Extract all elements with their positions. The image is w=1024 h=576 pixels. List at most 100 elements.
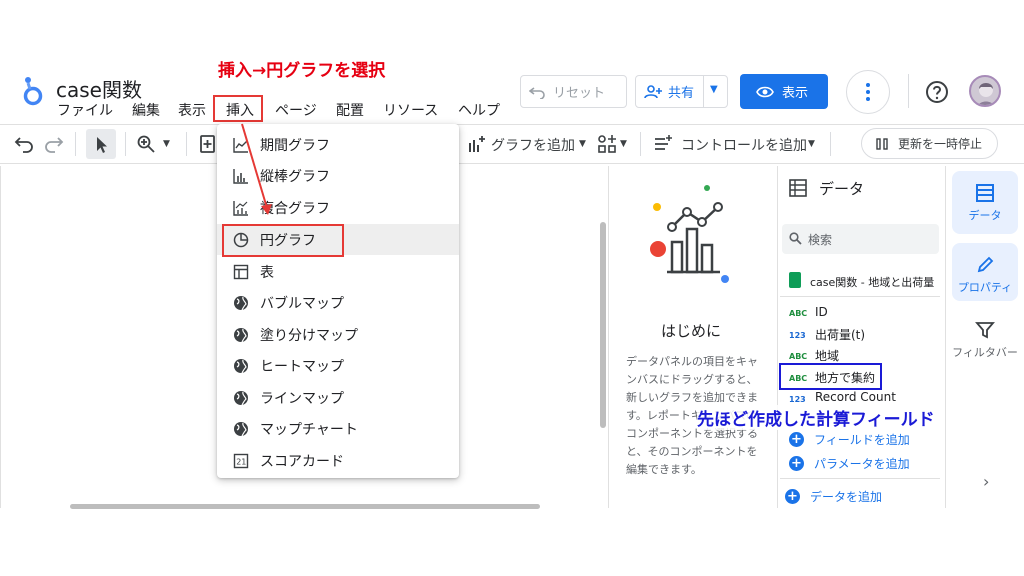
toolbar-separator	[640, 132, 641, 156]
globe-icon	[234, 295, 248, 310]
canvas-edge	[0, 166, 1, 508]
view-button[interactable]: 表示	[740, 74, 828, 109]
menu-help[interactable]: ヘルプ	[458, 100, 500, 120]
field-item[interactable]: 出荷量(t)	[815, 326, 865, 343]
insert-item-map-chart[interactable]: マップチャート	[217, 413, 459, 444]
share-divider	[703, 76, 704, 107]
add-component-dropdown-icon[interactable]: ▼	[620, 139, 627, 149]
canvas-divider	[608, 166, 609, 508]
menu-edit[interactable]: 編集	[132, 100, 160, 120]
undo-icon[interactable]	[14, 134, 34, 154]
insert-item-heatmap[interactable]: ヒートマップ	[217, 350, 459, 381]
canvas-horizontal-scrollbar[interactable]	[70, 504, 540, 509]
cursor-icon	[97, 137, 107, 153]
more-options-button[interactable]	[846, 70, 890, 114]
canvas-vertical-scrollbar[interactable]	[600, 222, 606, 428]
getting-started-illustration-icon	[650, 185, 729, 283]
filter-icon	[975, 322, 995, 339]
rail-filter-label: フィルタバー	[952, 346, 1018, 359]
svg-text:21: 21	[236, 457, 246, 466]
data-table-icon	[976, 184, 994, 202]
view-label: 表示	[782, 86, 809, 101]
insert-item-label: 塗り分けマップ	[260, 327, 358, 344]
scorecard-icon: 21	[233, 453, 249, 468]
report-title[interactable]: case関数	[56, 74, 142, 103]
add-control-label[interactable]: コントロールを追加	[681, 135, 807, 155]
header-divider	[908, 74, 909, 108]
search-placeholder: 検索	[808, 233, 833, 247]
field-item[interactable]: Record Count	[815, 390, 896, 404]
insert-item-line-map[interactable]: ラインマップ	[217, 382, 459, 413]
welcome-title: はじめに	[661, 322, 722, 340]
source-divider	[780, 296, 940, 297]
chevron-right-icon[interactable]: ›	[983, 472, 989, 491]
globe-icon	[234, 358, 248, 373]
data-panel-title: データ	[819, 180, 865, 198]
annotation-insert-pie: 挿入→円グラフを選択	[218, 61, 386, 81]
add-control-dropdown-icon[interactable]: ▼	[808, 139, 815, 149]
insert-item-label: 表	[260, 264, 274, 281]
zoom-icon[interactable]	[136, 134, 156, 154]
text-type-icon: ABC	[789, 352, 808, 361]
insert-item-label: ラインマップ	[260, 390, 344, 407]
select-tool-button[interactable]	[86, 129, 116, 159]
avatar-figure-icon	[978, 83, 994, 105]
add-control-icon[interactable]	[653, 134, 673, 154]
text-type-icon: ABC	[789, 309, 808, 318]
add-field-link[interactable]: + フィールドを追加	[789, 431, 910, 448]
add-chart-label[interactable]: グラフを追加	[491, 135, 575, 155]
toolbar-separator	[75, 132, 76, 156]
data-panel-divider	[777, 166, 778, 508]
insert-item-label: ヒートマップ	[260, 358, 344, 375]
rail-data-label: データ	[968, 209, 1002, 222]
menu-view[interactable]: 表示	[178, 100, 206, 120]
menu-file[interactable]: ファイル	[57, 100, 113, 120]
insert-item-label: マップチャート	[260, 421, 358, 438]
add-parameter-link[interactable]: + パラメータを追加	[789, 455, 910, 472]
add-person-icon	[644, 84, 662, 98]
toolbar-separator	[125, 132, 126, 156]
toolbar-separator	[186, 132, 187, 156]
insert-item-label: バブルマップ	[260, 295, 344, 312]
redo-icon[interactable]	[44, 134, 64, 154]
insert-item-scorecard[interactable]: 21 スコアカード	[217, 445, 459, 476]
menu-arrange[interactable]: 配置	[336, 100, 364, 120]
share-dropdown-icon[interactable]: ▼	[710, 84, 718, 95]
insert-item-filled-map[interactable]: 塗り分けマップ	[217, 319, 459, 350]
add-page-icon[interactable]	[198, 134, 218, 154]
rail-divider	[945, 166, 946, 508]
insert-item-table[interactable]: 表	[217, 256, 459, 287]
eye-icon	[756, 86, 774, 97]
add-circle-icon: +	[789, 456, 804, 471]
add-chart-dropdown-icon[interactable]: ▼	[579, 139, 586, 149]
add-data-link[interactable]: + データを追加	[785, 488, 882, 505]
rail-tab-properties[interactable]: プロパティ	[952, 243, 1018, 301]
number-type-icon: 123	[789, 395, 806, 404]
insert-menu-highlight	[213, 95, 263, 122]
menu-page[interactable]: ページ	[275, 100, 317, 120]
reset-label: リセット	[553, 86, 606, 101]
pause-updates-button[interactable]: 更新を一時停止	[861, 128, 998, 159]
rail-tab-data[interactable]: データ	[952, 171, 1018, 234]
reset-button[interactable]: リセット	[520, 75, 627, 108]
pause-label: 更新を一時停止	[898, 137, 983, 151]
add-chart-icon[interactable]	[467, 134, 487, 154]
rail-tab-filter-bar[interactable]: フィルタバー	[952, 320, 1018, 370]
globe-icon	[234, 421, 248, 436]
field-item[interactable]: 地域	[815, 347, 839, 364]
looker-studio-logo-icon[interactable]	[20, 76, 44, 106]
zoom-dropdown-icon[interactable]: ▼	[163, 139, 170, 149]
add-circle-icon: +	[789, 432, 804, 447]
field-item[interactable]: ID	[815, 305, 828, 319]
insert-item-bubble-map[interactable]: バブルマップ	[217, 287, 459, 318]
menu-resources[interactable]: リソース	[383, 100, 438, 120]
help-icon[interactable]	[925, 80, 949, 104]
add-component-icon[interactable]	[597, 134, 617, 154]
add-circle-icon: +	[785, 489, 800, 504]
add-field-label: フィールドを追加	[814, 433, 910, 447]
user-avatar[interactable]	[969, 75, 1001, 107]
data-source-name[interactable]: case関数 - 地域と出荷量	[810, 274, 934, 290]
field-search-input[interactable]	[782, 224, 939, 254]
undo-reset-icon	[529, 86, 545, 99]
add-parameter-label: パラメータを追加	[814, 457, 910, 471]
